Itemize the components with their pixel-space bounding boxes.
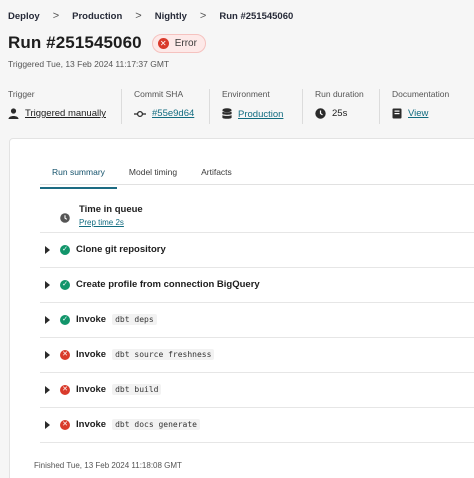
step-command: dbt docs generate [112,419,200,430]
step-row-create-profile[interactable]: ✓ Create profile from connection BigQuer… [40,268,474,303]
step-row-dbt-source-freshness[interactable]: ✕ Invoke dbt source freshness [40,338,474,373]
tab-run-summary[interactable]: Run summary [40,165,117,189]
chevron-right-icon: > [135,10,142,22]
success-check-icon: ✓ [60,280,70,290]
docs-view-link[interactable]: View [408,108,428,119]
caret-right-icon [45,246,50,254]
run-details-card: Run summary Model timing Artifacts Time … [9,138,474,478]
divider [121,89,122,124]
queue-title: Time in queue [79,204,143,215]
clock-icon [315,108,326,119]
step-list: Time in queue Prep time 2s ✓ Clone git r… [40,197,474,443]
step-row-dbt-docs-generate[interactable]: ✕ Invoke dbt docs generate [40,408,474,443]
status-label: Error [174,37,197,49]
user-icon [8,108,19,119]
step-label: Invoke [76,314,107,325]
triggered-timestamp: Triggered Tue, 13 Feb 2024 11:17:37 GMT [8,59,170,69]
page-title: Run #251545060 [8,33,142,52]
breadcrumb-run: Run #251545060 [219,10,294,22]
caret-right-icon [45,316,50,324]
error-x-icon: ✕ [60,385,70,395]
chevron-right-icon: > [52,10,60,22]
step-command: dbt deps [112,314,157,325]
clock-icon [60,210,70,228]
breadcrumb-deploy[interactable]: Deploy [8,11,40,22]
meta-docs-label: Documentation [392,89,450,99]
step-row-dbt-build[interactable]: ✕ Invoke dbt build [40,373,474,408]
status-badge: ✕ Error [151,33,206,53]
caret-right-icon [45,386,50,394]
step-command: dbt build [112,384,162,395]
step-label: Invoke [76,419,107,430]
tab-artifacts[interactable]: Artifacts [189,165,244,189]
chevron-right-icon: > [199,10,207,22]
caret-right-icon [45,281,50,289]
breadcrumb-production[interactable]: Production [72,11,122,22]
error-x-icon: ✕ [60,420,70,430]
caret-right-icon [45,421,50,429]
duration-value: 25s [332,108,348,119]
meta-trigger-value: Triggered manually [25,108,106,119]
success-check-icon: ✓ [60,245,70,255]
run-meta-row: Trigger Triggered manually Commit SHA #5… [8,89,474,124]
step-row-dbt-deps[interactable]: ✓ Invoke dbt deps [40,303,474,338]
breadcrumb-nightly[interactable]: Nightly [155,11,187,22]
divider [302,89,303,124]
divider [379,89,380,124]
step-label: Invoke [76,384,107,395]
caret-right-icon [45,351,50,359]
success-check-icon: ✓ [60,315,70,325]
step-command: dbt source freshness [112,349,215,360]
meta-trigger-label: Trigger [8,89,35,99]
prep-time-link[interactable]: Prep time 2s [79,218,124,227]
meta-duration-label: Run duration [315,89,364,99]
step-label: Clone git repository [76,244,166,255]
tab-model-timing[interactable]: Model timing [117,165,189,189]
tab-bar: Run summary Model timing Artifacts [40,165,244,189]
commit-sha-link[interactable]: #55e9d64 [152,108,194,119]
step-row-clone[interactable]: ✓ Clone git repository [40,233,474,268]
meta-trigger: Trigger Triggered manually [8,89,134,120]
book-icon [392,108,402,119]
meta-docs: Documentation View [379,89,472,124]
step-label: Invoke [76,349,107,360]
error-x-icon: ✕ [157,37,169,49]
error-x-icon: ✕ [60,350,70,360]
finished-timestamp: Finished Tue, 13 Feb 2024 11:18:08 GMT [34,461,182,470]
queue-step: Time in queue Prep time 2s [40,197,474,233]
environment-link[interactable]: Production [238,109,283,120]
step-label: Create profile from connection BigQuery [76,279,260,290]
database-icon [222,108,232,120]
breadcrumb: Deploy > Production > Nightly > Run #251… [8,9,293,23]
tab-divider [40,184,474,185]
commit-icon [134,110,146,118]
title-row: Run #251545060 ✕ Error [8,33,206,53]
divider [209,89,210,124]
meta-duration: Run duration 25s [302,89,392,124]
